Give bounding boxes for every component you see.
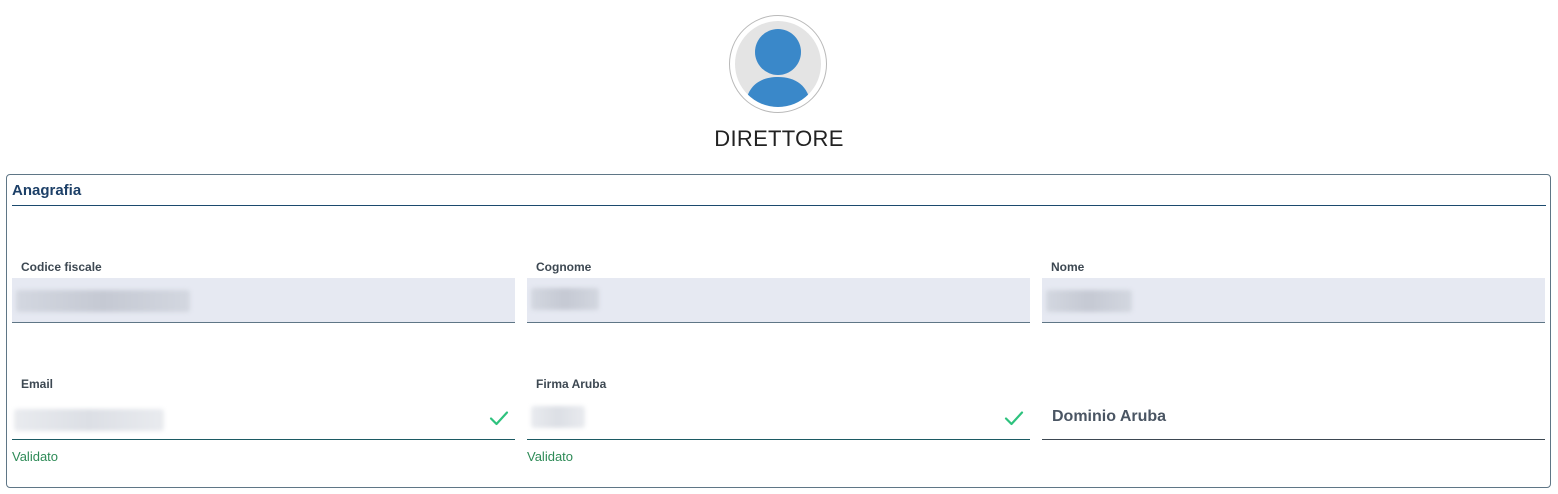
nome-label: Nome (1051, 260, 1085, 274)
email-input[interactable] (12, 395, 515, 440)
firma-aruba-label: Firma Aruba (536, 377, 607, 391)
cognome-input[interactable] (527, 278, 1030, 323)
email-field: Email Validato (12, 376, 515, 466)
codice-fiscale-field: Codice fiscale (12, 259, 515, 329)
anagrafia-card: Anagrafia Codice fiscale Cognome Nome Em… (6, 174, 1551, 488)
nome-input[interactable] (1042, 278, 1545, 323)
user-avatar-icon (745, 29, 811, 107)
dominio-aruba-input[interactable]: Dominio Aruba (1042, 395, 1545, 440)
role-title: DIRETTORE (714, 126, 844, 151)
card-title: Anagrafia (12, 182, 82, 199)
dominio-aruba-field: Dominio Aruba (1042, 376, 1545, 466)
firma-aruba-input[interactable] (527, 395, 1030, 440)
cognome-label: Cognome (536, 260, 592, 274)
codice-fiscale-label: Codice fiscale (21, 260, 102, 274)
redacted-value (1046, 290, 1132, 312)
redacted-value (531, 288, 599, 310)
redacted-value (531, 406, 585, 428)
email-label: Email (21, 377, 54, 391)
dominio-aruba-placeholder: Dominio Aruba (1052, 408, 1167, 425)
check-icon (1004, 411, 1024, 426)
avatar (729, 15, 827, 113)
redacted-value (16, 290, 190, 312)
firma-aruba-field: Firma Aruba Validato (527, 376, 1030, 466)
codice-fiscale-input[interactable] (12, 278, 515, 323)
email-status: Validato (12, 449, 59, 464)
check-icon (489, 411, 509, 426)
redacted-value (14, 409, 164, 431)
card-header: Anagrafia (12, 181, 1546, 206)
firma-aruba-status: Validato (527, 449, 574, 464)
nome-field: Nome (1042, 259, 1545, 329)
cognome-field: Cognome (527, 259, 1030, 329)
